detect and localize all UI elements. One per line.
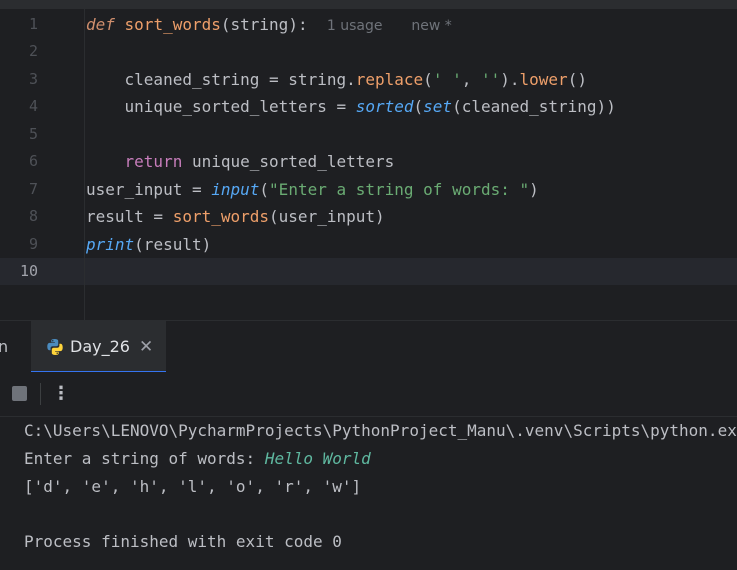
method-call: replace: [355, 70, 424, 89]
code-line[interactable]: cleaned_string = string.replace(' ', '')…: [86, 66, 587, 93]
keyword-return: return: [124, 152, 183, 171]
tab-day-26[interactable]: Day_26 ✕: [31, 321, 166, 373]
code-line[interactable]: return unique_sorted_letters: [86, 148, 395, 175]
more-options-icon[interactable]: ⋮: [52, 379, 70, 409]
console-prompt-line: Enter a string of words: Hello World: [24, 445, 371, 473]
author-hint[interactable]: new *: [411, 18, 451, 34]
code-line[interactable]: print(result): [86, 231, 211, 258]
string-literal: "Enter a string of words: ": [269, 180, 530, 199]
console-exit-line: Process finished with exit code 0: [24, 532, 342, 551]
builtin-call: set: [423, 97, 453, 116]
tab-previous-partial[interactable]: n: [0, 321, 8, 373]
stop-icon[interactable]: [12, 386, 27, 401]
pycharm-window: 1 2 3 4 5 6 7 8 9 10 def sort_words(stri…: [0, 0, 737, 570]
line-number: 5: [28, 125, 38, 143]
string-literal: ' ': [432, 70, 462, 89]
function-call: sort_words: [172, 207, 270, 226]
line-number: 2: [28, 42, 38, 60]
close-icon[interactable]: ✕: [139, 321, 153, 373]
code-line[interactable]: def sort_words(string): 1 usage new *: [86, 11, 452, 40]
tab-label: Day_26: [70, 337, 130, 356]
line-number: 7: [28, 180, 38, 198]
current-line-highlight: [0, 258, 737, 285]
line-number: 6: [28, 152, 38, 170]
usages-hint[interactable]: 1 usage: [327, 18, 383, 34]
builtin-call: print: [86, 235, 135, 254]
console-user-input: Hello World: [264, 449, 371, 468]
builtin-call: input: [211, 180, 260, 199]
run-console[interactable]: C:\Users\LENOVO\PycharmProjects\PythonPr…: [0, 417, 737, 570]
line-number-current: 10: [19, 262, 38, 280]
toolbar-separator: [40, 383, 41, 405]
line-number: 9: [28, 235, 38, 253]
method-call: lower: [519, 70, 568, 89]
python-icon: [46, 338, 64, 356]
keyword-def: def: [86, 15, 115, 34]
parameter: string: [230, 15, 289, 34]
function-name: sort_words: [124, 15, 221, 34]
line-number: 3: [28, 70, 38, 88]
line-number: 1: [28, 15, 38, 33]
string-literal: '': [480, 70, 501, 89]
line-number: 8: [28, 207, 38, 225]
editor-top-border: [0, 0, 737, 9]
run-tool-window-tabs: n Day_26 ✕: [0, 320, 737, 373]
code-line[interactable]: unique_sorted_letters = sorted(set(clean…: [86, 93, 616, 120]
code-line[interactable]: result = sort_words(user_input): [86, 203, 385, 230]
builtin-call: sorted: [355, 97, 414, 116]
console-prompt: Enter a string of words:: [24, 449, 265, 468]
line-number: 4: [28, 97, 38, 115]
code-line[interactable]: user_input = input("Enter a string of wo…: [86, 176, 539, 203]
code-editor[interactable]: 1 2 3 4 5 6 7 8 9 10 def sort_words(stri…: [0, 0, 737, 320]
console-command-line: C:\Users\LENOVO\PycharmProjects\PythonPr…: [24, 421, 737, 440]
line-number-gutter: 1 2 3 4 5 6 7 8 9 10: [0, 0, 85, 320]
run-toolbar: ⋮: [0, 372, 737, 417]
console-output-line: ['d', 'e', 'h', 'l', 'o', 'r', 'w']: [24, 477, 362, 496]
